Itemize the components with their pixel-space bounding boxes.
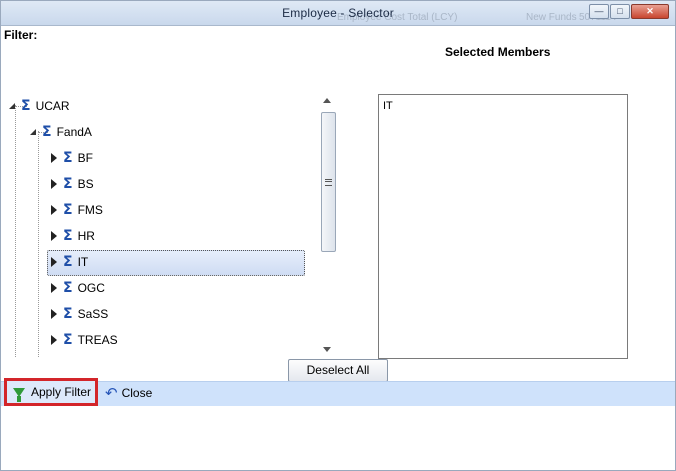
tree-node-sass[interactable]: Σ SaSS — [51, 305, 108, 323]
sigma-icon: Σ — [42, 124, 52, 140]
tree-scrollbar[interactable] — [319, 93, 336, 357]
deselect-all-button[interactable]: Deselect All — [288, 359, 388, 382]
sigma-icon: Σ — [63, 150, 73, 166]
window-title: Employee - Selector — [282, 6, 394, 20]
maximize-button[interactable]: □ — [610, 4, 630, 19]
sigma-icon: Σ — [63, 306, 73, 322]
tree-node-label: FMS — [77, 203, 103, 217]
expand-arrow-icon[interactable] — [51, 309, 57, 319]
tree-node-bf[interactable]: Σ BF — [51, 149, 93, 167]
filter-label: Filter: — [4, 28, 38, 42]
sigma-icon: Σ — [63, 176, 73, 192]
tree-node-hr[interactable]: Σ HR — [51, 227, 95, 245]
sigma-icon: Σ — [63, 332, 73, 348]
sigma-icon: Σ — [63, 228, 73, 244]
expand-arrow-icon[interactable] — [51, 231, 57, 241]
sigma-icon: Σ — [63, 280, 73, 296]
selector-window: Employee Cost Total (LCY) New Funds 5071… — [0, 0, 676, 471]
selected-member-item[interactable]: IT — [383, 100, 393, 112]
apply-filter-button[interactable]: Apply Filter — [4, 378, 98, 406]
undo-arrow-icon: ↶ — [105, 384, 118, 402]
collapse-arrow-icon[interactable] — [9, 103, 15, 109]
apply-filter-label: Apply Filter — [31, 385, 92, 399]
tree-node-label: OGC — [77, 281, 105, 295]
tree-node-it[interactable]: Σ IT — [47, 250, 305, 276]
expand-arrow-icon[interactable] — [51, 257, 57, 267]
close-window-button[interactable]: ✕ — [631, 4, 669, 19]
grip-icon — [325, 179, 332, 186]
tree-node-fanda[interactable]: Σ FandA — [30, 123, 92, 141]
tree-node-label: IT — [77, 255, 89, 269]
minimize-button[interactable]: — — [589, 4, 609, 19]
tree-node-label: BF — [77, 151, 93, 165]
tree-connector — [15, 105, 16, 357]
funnel-icon — [13, 387, 25, 402]
tree-node-label: FandA — [56, 125, 92, 139]
close-label: Close — [121, 386, 153, 400]
sigma-icon: Σ — [63, 254, 73, 270]
bottom-toolbar — [1, 381, 675, 406]
selected-members-header: Selected Members — [445, 45, 551, 59]
sigma-icon: Σ — [21, 98, 31, 114]
selected-members-list[interactable]: IT — [378, 94, 628, 359]
scroll-thumb[interactable] — [321, 112, 336, 252]
member-tree[interactable]: Σ UCAR Σ FandA Σ BF Σ BS Σ FMS Σ HR Σ IT… — [1, 91, 319, 357]
tree-node-label: TREAS — [77, 333, 118, 347]
collapse-arrow-icon[interactable] — [30, 129, 36, 135]
sigma-icon: Σ — [63, 202, 73, 218]
tree-node-ucar[interactable]: Σ UCAR — [9, 97, 70, 115]
title-bar: Employee Cost Total (LCY) New Funds 5071… — [1, 1, 675, 26]
expand-arrow-icon[interactable] — [51, 205, 57, 215]
expand-arrow-icon[interactable] — [51, 179, 57, 189]
tree-connector — [38, 131, 39, 357]
expand-arrow-icon[interactable] — [51, 335, 57, 345]
scroll-up-icon[interactable] — [323, 98, 331, 103]
tree-node-label: BS — [77, 177, 94, 191]
tree-node-bs[interactable]: Σ BS — [51, 175, 94, 193]
tree-node-label: UCAR — [35, 99, 70, 113]
scroll-down-icon[interactable] — [323, 347, 331, 352]
tree-node-treas[interactable]: Σ TREAS — [51, 331, 118, 349]
tree-node-fms[interactable]: Σ FMS — [51, 201, 103, 219]
expand-arrow-icon[interactable] — [51, 153, 57, 163]
tree-node-label: SaSS — [77, 307, 109, 321]
close-button[interactable]: ↶ Close — [105, 381, 152, 405]
expand-arrow-icon[interactable] — [51, 283, 57, 293]
tree-node-ogc[interactable]: Σ OGC — [51, 279, 105, 297]
tree-node-label: HR — [77, 229, 95, 243]
